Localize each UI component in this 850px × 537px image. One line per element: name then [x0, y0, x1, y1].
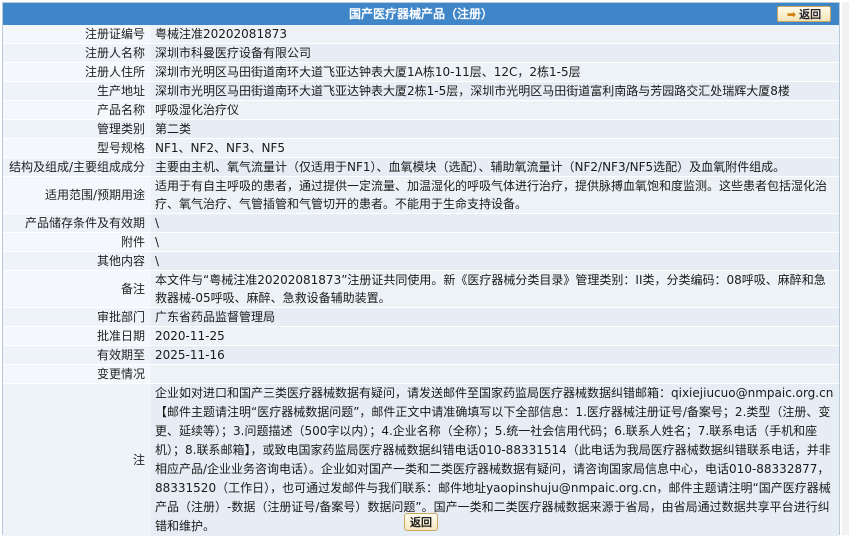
detail-panel: 国产医疗器械产品（注册） ➡ 返回 注册证编号 粤械注准20202081873 … [2, 2, 840, 537]
field-value: 呼吸湿化治疗仪 [151, 100, 839, 120]
field-value: \ [151, 251, 839, 271]
field-label: 备注 [3, 270, 151, 308]
field-label: 附件 [3, 232, 151, 252]
field-value: 适用于有自主呼吸的患者，通过提供一定流量、加温湿化的呼吸气体进行治疗，提供脉搏血… [151, 176, 839, 214]
field-label: 适用范围/预期用途 [3, 176, 151, 214]
field-value: 广东省药品监督管理局 [151, 307, 839, 327]
row-other-content: 其他内容 \ [3, 251, 839, 271]
field-label: 批准日期 [3, 326, 151, 346]
field-value [151, 364, 839, 384]
back-button-label: 返回 [799, 7, 822, 21]
field-value: 2020-11-25 [151, 326, 839, 346]
row-registrant-address: 注册人住所 深圳市光明区马田街道南环大道飞亚达钟表大厦1A栋10-11层、12C… [3, 62, 839, 82]
field-label: 注册人名称 [3, 43, 151, 63]
row-storage-validity: 产品储存条件及有效期 \ [3, 213, 839, 233]
field-label: 管理类别 [3, 119, 151, 139]
row-management-category: 管理类别 第二类 [3, 119, 839, 139]
row-production-address: 生产地址 深圳市光明区马田街道南环大道飞亚达钟表大厦2栋1-5层，深圳市光明区马… [3, 81, 839, 101]
field-value: 本文件与“粤械注准20202081873”注册证共同使用。新《医疗器械分类目录》… [151, 270, 839, 308]
field-label: 注册人住所 [3, 62, 151, 82]
row-registration-number: 注册证编号 粤械注准20202081873 [3, 25, 839, 44]
detail-table: 注册证编号 粤械注准20202081873 注册人名称 深圳市科曼医疗设备有限公… [3, 25, 839, 537]
field-value: 第二类 [151, 119, 839, 139]
field-label: 生产地址 [3, 81, 151, 101]
row-accessories: 附件 \ [3, 232, 839, 252]
row-model-spec: 型号规格 NF1、NF2、NF3、NF5 [3, 138, 839, 158]
row-approval-department: 审批部门 广东省药品监督管理局 [3, 307, 839, 327]
row-registrant-name: 注册人名称 深圳市科曼医疗设备有限公司 [3, 43, 839, 63]
field-value: 深圳市光明区马田街道南环大道飞亚达钟表大厦1A栋10-11层、12C，2栋1-5… [151, 62, 839, 82]
field-value: \ [151, 232, 839, 252]
title-bar: 国产医疗器械产品（注册） ➡ 返回 [3, 3, 839, 25]
field-value: 主要由主机、氧气流量计（仅适用于NF1）、血氧模块（选配）、辅助氧流量计（NF2… [151, 157, 839, 177]
row-change-history: 变更情况 [3, 364, 839, 384]
row-intended-use: 适用范围/预期用途 适用于有自主呼吸的患者，通过提供一定流量、加温湿化的呼吸气体… [3, 176, 839, 214]
page-title: 国产医疗器械产品（注册） [348, 7, 493, 21]
footer: 返回 [3, 511, 839, 533]
field-label: 有效期至 [3, 345, 151, 365]
field-label: 结构及组成/主要组成成分 [3, 157, 151, 177]
field-value: NF1、NF2、NF3、NF5 [151, 138, 839, 158]
field-label: 产品名称 [3, 100, 151, 120]
field-label: 其他内容 [3, 251, 151, 271]
back-button-top[interactable]: ➡ 返回 [777, 6, 831, 22]
row-valid-until: 有效期至 2025-11-16 [3, 345, 839, 365]
field-value: 深圳市科曼医疗设备有限公司 [151, 43, 839, 63]
row-approval-date: 批准日期 2020-11-25 [3, 326, 839, 346]
row-product-name: 产品名称 呼吸湿化治疗仪 [3, 100, 839, 120]
field-label: 变更情况 [3, 364, 151, 384]
field-value: \ [151, 213, 839, 233]
field-label: 审批部门 [3, 307, 151, 327]
field-value: 2025-11-16 [151, 345, 839, 365]
row-structure-composition: 结构及组成/主要组成成分 主要由主机、氧气流量计（仅适用于NF1）、血氧模块（选… [3, 157, 839, 177]
field-label: 型号规格 [3, 138, 151, 158]
field-label: 产品储存条件及有效期 [3, 213, 151, 233]
row-remarks: 备注 本文件与“粤械注准20202081873”注册证共同使用。新《医疗器械分类… [3, 270, 839, 308]
field-label: 注册证编号 [3, 25, 151, 44]
scrollbar-track[interactable] [842, 2, 849, 535]
back-arrow-icon: ➡ [786, 7, 797, 21]
field-value: 深圳市光明区马田街道南环大道飞亚达钟表大厦2栋1-5层，深圳市光明区马田街道富利… [151, 81, 839, 101]
back-button-bottom[interactable]: 返回 [404, 513, 438, 531]
field-value: 粤械注准20202081873 [151, 25, 839, 44]
